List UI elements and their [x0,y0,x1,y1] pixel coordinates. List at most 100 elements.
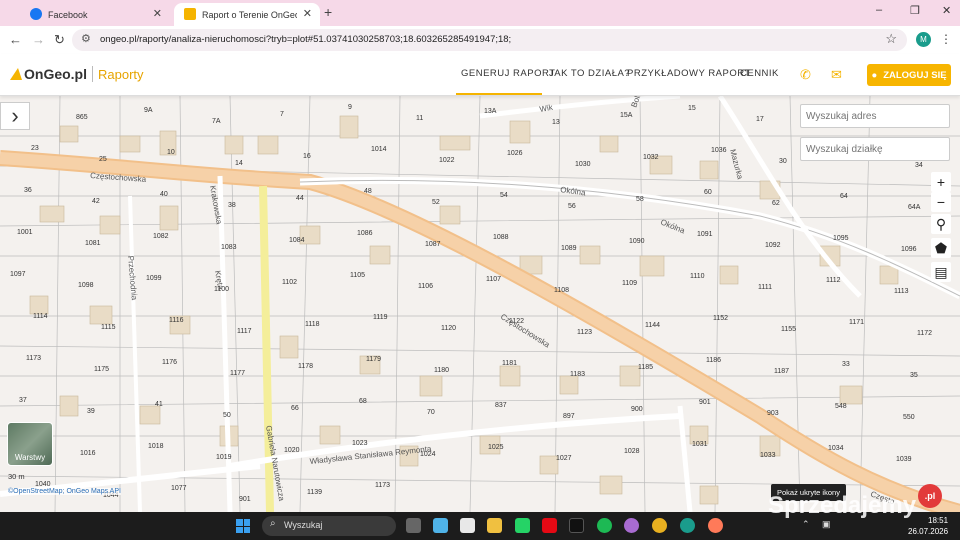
close-tab-icon[interactable]: ✕ [303,7,312,20]
plot-number[interactable]: 1014 [371,146,387,153]
plot-number[interactable]: 1039 [896,456,912,463]
plot-number[interactable]: 1181 [502,360,517,367]
plot-number[interactable]: 7A [212,118,221,125]
plot-number[interactable]: 64 [840,193,848,200]
tab-ongeo[interactable]: Raport o Terenie OnGeo.pl – An ✕ [174,3,320,26]
plot-number[interactable]: 1097 [10,271,26,278]
profile-avatar[interactable]: M [916,32,931,47]
app-icon[interactable] [708,518,723,533]
login-button[interactable]: ● ZALOGUJ SIĘ [867,64,951,86]
plot-number[interactable]: 901 [239,496,251,503]
plot-number[interactable]: 1016 [80,450,96,457]
url-bar[interactable]: ⚙ ongeo.pl/raporty/analiza-nieruchomosci… [72,29,907,51]
plot-number[interactable]: 23 [31,145,39,152]
search-address-input[interactable] [800,104,950,128]
plot-number[interactable]: 70 [427,409,435,416]
plot-number[interactable]: 1187 [774,368,789,375]
open-panel-chevron-icon[interactable]: › [0,102,30,130]
plot-number[interactable]: 1028 [624,448,640,455]
plot-number[interactable]: 1082 [153,233,169,240]
plot-number[interactable]: 1095 [833,235,849,242]
plot-number[interactable]: 1106 [418,283,433,290]
plot-number[interactable]: 1173 [375,482,390,489]
zoom-in-button[interactable]: + [931,172,951,192]
plot-number[interactable]: 1113 [894,288,909,295]
plot-number[interactable]: 1118 [305,321,320,328]
plot-number[interactable]: 52 [432,199,440,206]
plot-number[interactable]: 1144 [645,322,660,329]
draw-area-icon[interactable]: ⬟ [931,238,951,258]
plot-number[interactable]: 13 [552,119,560,126]
reload-icon[interactable]: ↻ [54,32,65,48]
chrome-icon[interactable] [652,518,667,533]
store-icon[interactable] [460,518,475,533]
plot-number[interactable]: 1036 [711,147,727,154]
plot-number[interactable]: 1087 [425,241,441,248]
plot-number[interactable]: 7 [280,111,284,118]
plot-number[interactable]: 11 [416,115,423,122]
plot-number[interactable]: 1022 [439,157,455,164]
tab-facebook[interactable]: Facebook ✕ [20,3,170,26]
plot-number[interactable]: 56 [568,203,576,210]
plot-number[interactable]: 9A [144,107,153,114]
search-plot-input[interactable] [800,137,950,161]
plot-number[interactable]: 15A [620,112,633,119]
site-info-icon[interactable]: ⚙ [81,32,91,45]
plot-number[interactable]: 1109 [622,280,637,287]
plot-number[interactable]: 865 [76,114,88,121]
plot-number[interactable]: 1171 [849,319,864,326]
plot-number[interactable]: 1114 [33,313,48,320]
plot-number[interactable]: 1018 [148,443,164,450]
plot-number[interactable]: 548 [835,403,847,410]
plot-number[interactable]: 900 [631,406,643,413]
new-tab-button[interactable]: + [324,4,332,20]
taskbar-search[interactable]: ⌕ Wyszukaj [262,516,396,536]
plot-number[interactable]: 68 [359,398,367,405]
plot-number[interactable]: 41 [155,401,163,408]
plot-number[interactable]: 1092 [765,242,781,249]
plot-number[interactable]: 50 [223,412,231,419]
tray-chevron-icon[interactable]: ⌃ [802,519,810,530]
plot-number[interactable]: 1026 [507,150,523,157]
plot-number[interactable]: 1033 [760,452,776,459]
plot-number[interactable]: 1123 [577,329,592,336]
plot-number[interactable]: 10 [167,149,175,156]
plot-number[interactable]: 62 [772,200,780,207]
plot-number[interactable]: 1096 [901,246,917,253]
plot-number[interactable]: 36 [24,187,32,194]
plot-number[interactable]: 550 [903,414,915,421]
browser-icon[interactable] [624,518,639,533]
plot-number[interactable]: 897 [563,413,575,420]
plot-number[interactable]: 9 [348,104,352,111]
chrome-profile-icon[interactable] [680,518,695,533]
ongeo-logo[interactable]: OnGeo.pl Raporty [10,66,144,82]
layers-button[interactable]: Warstwy [7,422,53,466]
plot-number[interactable]: 1115 [101,324,116,331]
copilot-icon[interactable] [433,518,448,533]
map-canvas[interactable]: 8668659A7A791113A1315A151719212325101416… [0,96,960,512]
measure-icon[interactable]: ⚲ [931,214,951,234]
plot-number[interactable]: 1175 [94,366,109,373]
menu-generate-report[interactable]: GENERUJ RAPORT [461,68,555,79]
close-window-button[interactable]: ✕ [942,4,951,17]
plot-number[interactable]: 837 [495,402,507,409]
file-explorer-icon[interactable] [487,518,502,533]
plot-number[interactable]: 38 [228,202,236,209]
phone-icon[interactable]: ✆ [800,67,811,83]
plot-number[interactable]: 42 [92,198,100,205]
plot-number[interactable]: 1183 [570,371,585,378]
maximize-button[interactable]: ❐ [910,4,920,17]
plot-number[interactable]: 44 [296,195,304,202]
plot-number[interactable]: 1176 [162,359,177,366]
plot-number[interactable]: 1088 [493,234,509,241]
plot-number[interactable]: 1139 [307,489,322,496]
spotify-icon[interactable] [597,518,612,533]
mail-icon[interactable]: ✉ [831,67,842,83]
tiktok-icon[interactable] [569,518,584,533]
whatsapp-icon[interactable] [515,518,530,533]
plot-number[interactable]: 1027 [556,455,572,462]
plot-number[interactable]: 1019 [216,454,232,461]
plot-number[interactable]: 1185 [638,364,653,371]
plot-number[interactable]: 1089 [561,245,577,252]
plot-number[interactable]: 1117 [237,328,252,335]
